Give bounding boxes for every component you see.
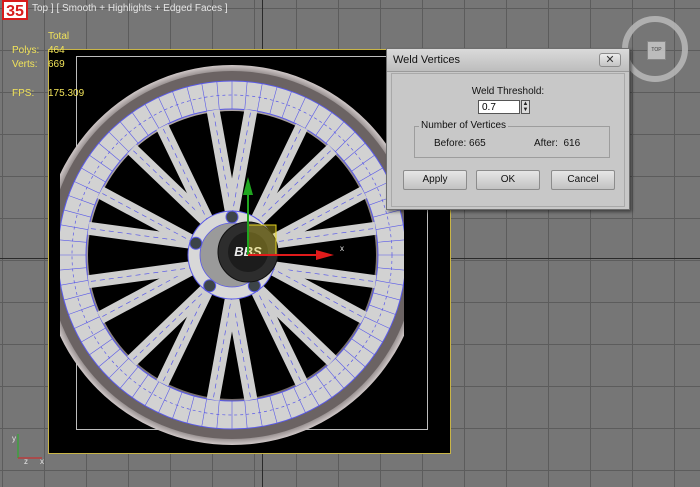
close-icon[interactable]: ✕ [599, 53, 621, 67]
viewcube-icon[interactable]: TOP [622, 16, 688, 82]
weld-threshold-spinner[interactable]: ▲ ▼ [521, 100, 530, 114]
vertices-before: Before: 665 [434, 138, 486, 149]
weld-vertices-dialog: Weld Vertices ✕ Weld Threshold: ▲ ▼ Numb… [386, 48, 630, 210]
number-of-vertices-group: Number of Vertices Before: 665 After: 61… [414, 120, 610, 158]
world-axis-z-label: z [24, 457, 28, 466]
world-axis-y-label: y [12, 434, 16, 443]
step-number-badge: 35 [2, 0, 28, 20]
gizmo-x-label: x [340, 244, 344, 253]
lug-nut [225, 210, 239, 224]
ok-button[interactable]: OK [476, 170, 540, 190]
viewport-label[interactable]: Top ] [ Smooth + Highlights + Edged Face… [32, 3, 228, 14]
vertices-after: After: 616 [534, 138, 581, 149]
dialog-title: Weld Vertices [393, 54, 461, 66]
dialog-titlebar[interactable]: Weld Vertices ✕ [387, 49, 629, 72]
stats-polys-label: Polys: [12, 45, 40, 56]
stats-verts-value: 669 [48, 59, 65, 70]
lug-nut [203, 279, 217, 293]
stats-fps-label: FPS: [12, 88, 35, 99]
apply-button[interactable]: Apply [403, 170, 467, 190]
gizmo-plane-handle [247, 224, 277, 256]
stats-verts-label: Verts: [12, 59, 38, 70]
world-axes-icon: y z x [12, 434, 44, 466]
spinner-down-icon[interactable]: ▼ [522, 107, 529, 113]
dialog-body: Weld Threshold: ▲ ▼ Number of Vertices B… [391, 73, 625, 207]
weld-threshold-input[interactable] [478, 100, 520, 114]
viewcube-top-face[interactable]: TOP [647, 41, 666, 60]
number-of-vertices-title: Number of Vertices [419, 120, 509, 131]
wheel-mesh[interactable]: BBS x [60, 65, 404, 448]
world-axis-x-label: x [40, 457, 44, 466]
stats-total-label: Total [48, 31, 70, 42]
stats-fps-value: 175.309 [48, 88, 85, 99]
cancel-button[interactable]: Cancel [551, 170, 615, 190]
stats-polys-value: 464 [48, 45, 65, 56]
weld-threshold-label: Weld Threshold: [471, 86, 545, 97]
lug-nut [189, 236, 203, 250]
